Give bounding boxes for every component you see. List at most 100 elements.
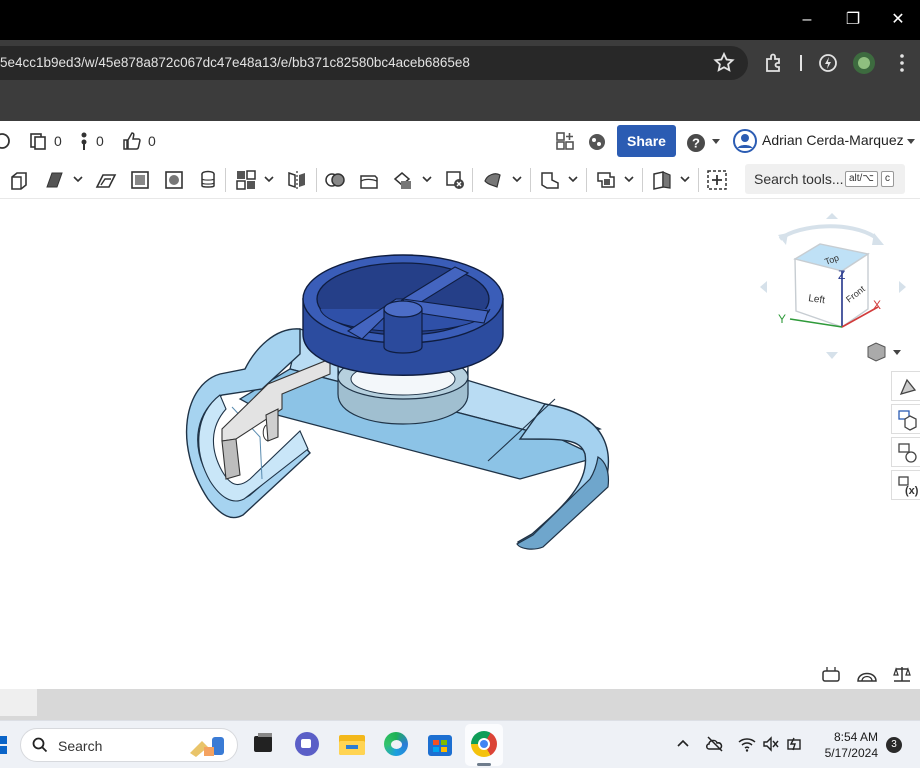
chrome-taskbar-button[interactable] [465,724,503,766]
tab-bar-left-tab[interactable] [0,689,37,716]
delete-part-tool-icon[interactable] [444,169,466,191]
configurations-icon [898,443,917,463]
svg-text:(x): (x) [905,485,919,497]
close-button[interactable]: ✕ [886,8,910,32]
system-clock[interactable]: 8:54 AM 5/17/2024 [814,729,878,761]
revolve-chevron-down-icon[interactable] [73,174,83,184]
share-button[interactable]: Share [617,125,676,157]
configurations-panel-button[interactable] [891,437,920,467]
app-store-icon[interactable] [555,131,575,151]
transform-tool-icon[interactable] [392,169,414,191]
toolbar-separator [642,168,643,192]
branches-counter[interactable]: 0 [78,131,104,151]
variables-panel-button[interactable]: (x) [891,470,920,500]
taskbar-search[interactable]: Search [20,728,238,762]
toolbar-separator [530,168,531,192]
extensions-icon[interactable] [762,51,786,75]
start-button-icon[interactable] [0,736,8,754]
teams-icon[interactable] [294,731,320,757]
transform-chevron-down-icon[interactable] [422,174,432,184]
copies-counter[interactable]: 0 [28,131,62,151]
maximize-button[interactable]: ❐ [841,8,865,32]
measure-icon[interactable] [822,667,840,682]
help-chevron-down-icon[interactable] [711,138,721,146]
task-view-icon[interactable] [250,731,276,757]
viewcube-left-label: Left [808,293,826,306]
view-options-icon[interactable] [867,342,901,362]
mass-properties-icon[interactable] [857,672,877,682]
shell-tool-icon[interactable] [197,169,219,191]
pattern-tool-icon[interactable] [235,169,257,191]
edge-icon[interactable] [383,731,409,757]
bom-panel-button[interactable] [891,404,920,434]
axis-y-label: Y [778,312,786,326]
learning-center-icon[interactable] [586,131,608,153]
shortcut-key-alt: alt/⌥ [845,171,878,187]
user-avatar-icon[interactable] [733,129,757,153]
battery-charging-icon[interactable] [786,735,804,753]
profile-avatar[interactable] [853,52,875,74]
appearance-panel-button[interactable] [891,371,920,401]
search-highlight-icon [190,737,224,757]
graphics-viewport[interactable]: Top Left Front Z X Y (x) [0,199,920,689]
split-tool-icon[interactable] [358,169,380,191]
mirror-tool-icon[interactable] [286,169,308,191]
sweep-tool-icon[interactable] [95,169,117,191]
toolbar-separator [586,168,587,192]
minimize-button[interactable]: – [795,8,819,32]
copies-count: 0 [54,133,62,149]
user-chevron-down-icon[interactable] [906,138,916,146]
clock-date: 5/17/2024 [824,746,878,760]
surface-chevron-down-icon[interactable] [512,174,522,184]
notification-badge[interactable]: 3 [886,737,902,753]
frame-chevron-down-icon[interactable] [680,174,690,184]
address-bar[interactable]: 5e4cc1b9ed3/w/45e878a872c067dc47e48a13/e… [0,46,748,80]
menu-dots-icon[interactable] [890,51,914,75]
add-custom-feature-icon[interactable] [706,169,728,191]
microsoft-store-icon[interactable] [427,731,453,757]
surface-tool-icon[interactable] [482,169,504,191]
toolbar-separator [698,168,699,192]
show-hidden-icons-chevron-up-icon[interactable] [676,738,690,748]
lightning-extension-icon[interactable] [816,51,840,75]
revolve-tool-icon[interactable] [44,169,66,191]
clipboard-icon [30,133,46,150]
bom-icon [898,410,917,431]
bookmarks-bar [0,86,920,121]
plane-chevron-down-icon[interactable] [568,174,578,184]
frame-tool-icon[interactable] [651,169,673,191]
search-tools-input[interactable]: Search tools... alt/⌥ c [745,164,905,194]
balance-icon[interactable] [893,667,911,682]
volume-muted-icon[interactable] [762,736,780,752]
tab-bar [0,689,920,720]
active-app-indicator [477,763,491,766]
wifi-icon[interactable] [737,736,757,752]
sheet-metal-chevron-down-icon[interactable] [624,174,634,184]
toolbar-separator [316,168,317,192]
pattern-chevron-down-icon[interactable] [264,174,274,184]
loft-tool-icon[interactable] [129,169,151,191]
boolean-tool-icon[interactable] [324,169,346,191]
toolbar-separator [472,168,473,192]
user-name[interactable]: Adrian Cerda-Marquez [762,132,904,148]
plane-tool-icon[interactable] [539,169,561,191]
help-icon[interactable]: ? [686,133,706,153]
file-explorer-icon[interactable] [339,731,365,757]
fan-ring-part[interactable] [302,254,504,376]
onedrive-offline-icon[interactable] [705,735,725,753]
axis-z-label: Z [838,268,845,282]
likes-count: 0 [148,133,156,149]
model-render[interactable]: Top Left Front Z X Y [0,199,920,689]
variables-icon: (x) [898,476,919,497]
window-title-bar: – ❐ ✕ [0,0,920,40]
fillet-tool-icon[interactable] [163,169,185,191]
versions-icon[interactable] [0,131,12,151]
branches-count: 0 [96,133,104,149]
view-cube[interactable]: Top Left Front Z X Y [760,213,906,359]
toolbar-separator [225,168,226,192]
clock-time: 8:54 AM [833,730,878,744]
likes-counter[interactable]: 0 [122,131,156,151]
extrude-tool-icon[interactable] [8,169,30,191]
star-icon[interactable] [712,51,736,75]
sheet-metal-tool-icon[interactable] [595,169,617,191]
